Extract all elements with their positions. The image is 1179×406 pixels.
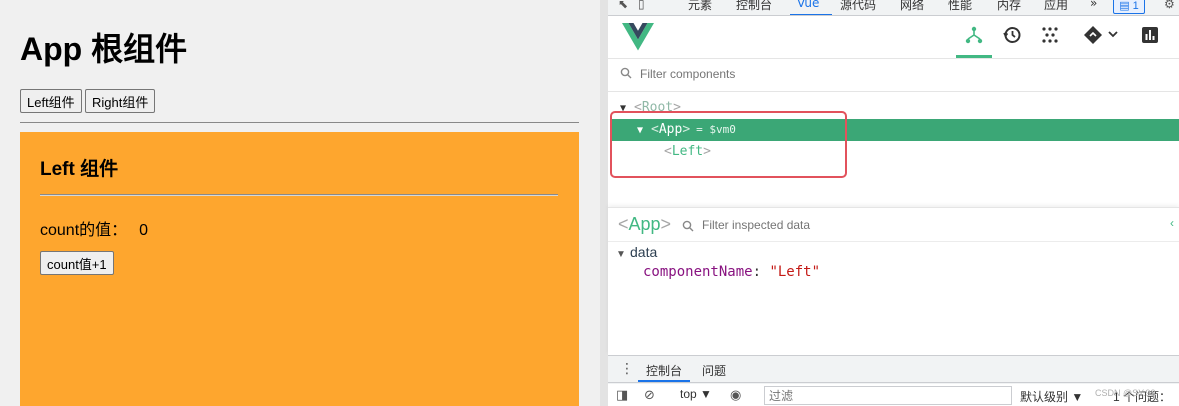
divider: [20, 122, 579, 123]
settings-gear-icon[interactable]: ⚙: [1164, 0, 1175, 11]
more-tabs-icon[interactable]: »: [1090, 0, 1097, 10]
eye-icon[interactable]: ◉: [730, 387, 741, 403]
tab-memory[interactable]: 内存: [997, 0, 1021, 13]
issues-badge-count: 1: [1132, 0, 1139, 12]
settings-chart-icon[interactable]: [1137, 25, 1163, 51]
inspected-component-label: App: [628, 214, 661, 234]
left-component-button[interactable]: Left组件: [20, 89, 82, 113]
component-tree: ▼ <Root> ▼ <App> = $vm0 <Left>: [608, 93, 1179, 205]
annotation-highlight-box: [610, 111, 847, 178]
right-component-button[interactable]: Right组件: [85, 89, 156, 113]
vue-logo-icon: [622, 23, 654, 51]
timeline-icon[interactable]: [999, 25, 1025, 51]
data-property-row[interactable]: componentName: "Left": [643, 264, 820, 280]
filter-inspected-data-input[interactable]: [702, 218, 1002, 232]
drawer-tab-bar: ⋮ 控制台 问题: [608, 356, 1179, 383]
devtools-panel: ⬉ ▯ 元素 控制台 Vue 源代码 网络 性能 内存 应用 » ▤ 1 ⚙ F…: [608, 0, 1179, 406]
routes-icon[interactable]: [1082, 25, 1122, 51]
drawer-tab-console[interactable]: 控制台: [646, 362, 682, 379]
console-toolbar: ◨ ⊘ top ▼ ◉ 默认级别 ▼ 1 个问题：: [608, 384, 1179, 406]
active-tab-indicator: [790, 14, 832, 15]
count-value: 0: [139, 222, 149, 239]
tab-application[interactable]: 应用: [1044, 0, 1068, 13]
tab-performance[interactable]: 性能: [948, 0, 972, 13]
tab-sources[interactable]: 源代码: [840, 0, 876, 13]
inspect-element-icon[interactable]: ⬉: [618, 0, 628, 11]
tab-elements[interactable]: 元素: [688, 0, 712, 13]
chevron-left-icon[interactable]: ‹: [1170, 216, 1174, 230]
inspected-component-name: <App>: [618, 214, 672, 234]
tab-console[interactable]: 控制台: [736, 0, 772, 13]
increment-count-button[interactable]: count值+1: [40, 251, 114, 275]
property-key: componentName: [643, 264, 753, 280]
divider: [40, 194, 558, 196]
section-label: data: [630, 244, 658, 260]
clear-console-icon[interactable]: ⊘: [644, 387, 655, 403]
tab-vue[interactable]: Vue: [797, 0, 819, 10]
page-preview: App 根组件 Left组件 Right组件 Left 组件 count的值： 0…: [0, 0, 600, 406]
console-filter-input[interactable]: [764, 386, 1012, 405]
log-level-selector[interactable]: 默认级别 ▼: [1020, 388, 1083, 405]
issues-badge[interactable]: ▤ 1: [1113, 0, 1145, 14]
count-label: count的值：: [40, 222, 128, 239]
drawer-tab-issues[interactable]: 问题: [702, 362, 726, 379]
vue-toolbar: [608, 17, 1179, 59]
left-component-panel: Left 组件 count的值： 0 count值+1: [20, 132, 579, 406]
inspector-header: <App> ‹: [608, 208, 1179, 242]
plugins-icon[interactable]: [1037, 25, 1063, 51]
context-selector[interactable]: top ▼: [680, 387, 712, 401]
console-drawer: ⋮ 控制台 问题 ◨ ⊘ top ▼ ◉ 默认级别 ▼ 1 个问题：: [608, 355, 1179, 406]
data-section-header[interactable]: ▼ data: [616, 244, 657, 260]
search-icon: [682, 220, 694, 232]
collapse-arrow-icon[interactable]: ▼: [616, 249, 630, 260]
property-value[interactable]: "Left": [769, 264, 820, 280]
device-toolbar-icon[interactable]: ▯: [638, 0, 645, 11]
left-component-title: Left 组件: [40, 159, 119, 180]
split-divider[interactable]: [600, 0, 608, 406]
count-display: count的值： 0: [40, 216, 148, 240]
tab-network[interactable]: 网络: [900, 0, 924, 13]
component-filter-bar: [608, 60, 1179, 92]
sidebar-toggle-icon[interactable]: ◨: [616, 387, 628, 403]
component-inspector: <App> ‹ ▼data componentName: "Left": [608, 207, 1179, 355]
component-tree-icon[interactable]: [961, 25, 987, 51]
filter-components-input[interactable]: [640, 67, 1040, 81]
active-tool-indicator: [956, 55, 992, 58]
search-icon: [620, 67, 632, 79]
watermark: CSDN @SY.93: [1095, 388, 1156, 398]
app-title: App 根组件: [20, 31, 188, 67]
devtools-tab-bar: ⬉ ▯ 元素 控制台 Vue 源代码 网络 性能 内存 应用 » ▤ 1 ⚙: [608, 0, 1179, 16]
active-drawer-tab-indicator: [638, 380, 690, 382]
drawer-menu-icon[interactable]: ⋮: [620, 360, 634, 377]
